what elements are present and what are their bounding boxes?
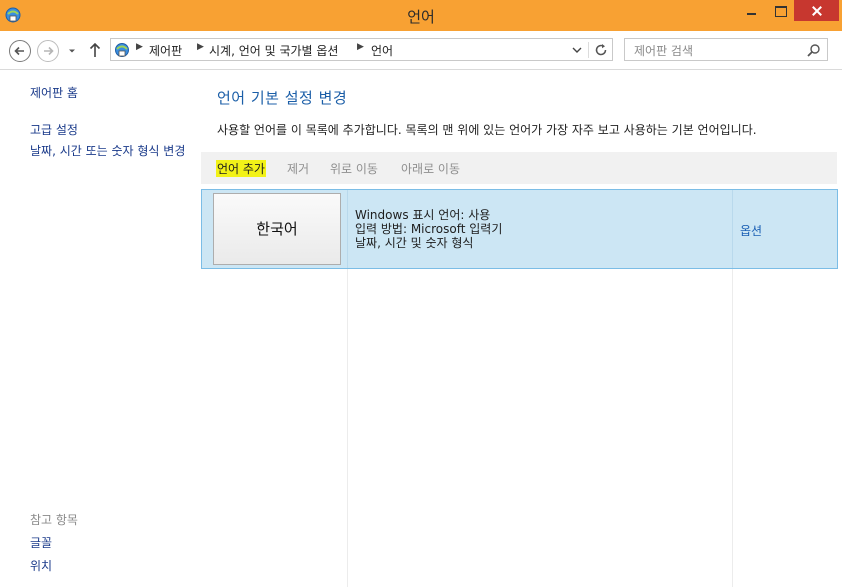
sidebar-advanced-settings-link[interactable]: 고급 설정 bbox=[30, 121, 78, 138]
sidebar-home-link[interactable]: 제어판 홈 bbox=[30, 84, 78, 101]
control-panel-icon bbox=[115, 43, 129, 57]
forward-button[interactable] bbox=[37, 40, 59, 62]
language-row[interactable]: 한국어 Windows 표시 언어: 사용 입력 방법: Microsoft 입… bbox=[201, 189, 838, 269]
navigation-bar: ▶ 제어판 ▶ 시계, 언어 및 국가별 옵션 ▶ 언어 제어판 검색 bbox=[0, 31, 842, 70]
see-also-location-link[interactable]: 위치 bbox=[30, 557, 52, 574]
address-divider bbox=[588, 42, 589, 58]
minimize-button[interactable] bbox=[737, 0, 767, 21]
breadcrumb-separator-icon[interactable]: ▶ bbox=[197, 42, 204, 52]
language-details: Windows 표시 언어: 사용 입력 방법: Microsoft 입력기 날… bbox=[355, 208, 502, 250]
row-column-divider bbox=[347, 190, 348, 268]
language-name-tile[interactable]: 한국어 bbox=[213, 193, 341, 265]
sidebar-date-time-format-link[interactable]: 날짜, 시간 또는 숫자 형식 변경 bbox=[30, 144, 190, 158]
add-language-button[interactable]: 언어 추가 bbox=[216, 160, 266, 177]
up-arrow-icon[interactable] bbox=[87, 41, 103, 59]
see-also-fonts-link[interactable]: 글꼴 bbox=[30, 534, 52, 551]
language-detail-format: 날짜, 시간 및 숫자 형식 bbox=[355, 236, 474, 250]
chevron-down-icon[interactable] bbox=[66, 45, 78, 57]
move-down-button[interactable]: 아래로 이동 bbox=[401, 160, 460, 177]
window-title: 언어 bbox=[407, 8, 435, 26]
search-placeholder: 제어판 검색 bbox=[634, 44, 694, 58]
maximize-button[interactable] bbox=[767, 0, 794, 21]
move-up-button[interactable]: 위로 이동 bbox=[330, 160, 378, 177]
breadcrumb-language[interactable]: 언어 bbox=[371, 42, 393, 59]
search-input[interactable]: 제어판 검색 bbox=[624, 38, 828, 61]
title-bar: 언어 bbox=[0, 0, 842, 31]
forward-arrow-icon bbox=[44, 46, 54, 56]
back-button[interactable] bbox=[9, 40, 31, 62]
search-icon[interactable] bbox=[806, 43, 821, 58]
refresh-icon[interactable] bbox=[593, 42, 609, 58]
remove-button[interactable]: 제거 bbox=[287, 160, 309, 177]
back-arrow-icon bbox=[14, 46, 24, 56]
breadcrumb-clock-language-region[interactable]: 시계, 언어 및 국가별 옵션 bbox=[209, 42, 338, 59]
page-description: 사용할 언어를 이 목록에 추가합니다. 목록의 맨 위에 있는 언어가 가장 … bbox=[217, 123, 757, 137]
breadcrumb-separator-icon[interactable]: ▶ bbox=[357, 42, 364, 52]
breadcrumb-separator-icon[interactable]: ▶ bbox=[136, 42, 143, 52]
chevron-down-icon[interactable] bbox=[570, 43, 584, 57]
language-toolbar: 언어 추가 제거 위로 이동 아래로 이동 bbox=[201, 152, 837, 184]
page-title: 언어 기본 설정 변경 bbox=[217, 89, 348, 107]
see-also-heading: 참고 항목 bbox=[30, 513, 78, 527]
language-options-link[interactable]: 옵션 bbox=[740, 222, 762, 239]
language-detail-input-method: 입력 방법: Microsoft 입력기 bbox=[355, 222, 503, 236]
language-detail-display: Windows 표시 언어: 사용 bbox=[355, 208, 491, 222]
language-list: 한국어 Windows 표시 언어: 사용 입력 방법: Microsoft 입… bbox=[201, 189, 838, 587]
breadcrumb-control-panel[interactable]: 제어판 bbox=[149, 42, 182, 59]
close-button[interactable] bbox=[794, 0, 839, 21]
row-column-divider bbox=[732, 190, 733, 268]
address-bar[interactable]: ▶ 제어판 ▶ 시계, 언어 및 국가별 옵션 ▶ 언어 bbox=[110, 38, 613, 61]
